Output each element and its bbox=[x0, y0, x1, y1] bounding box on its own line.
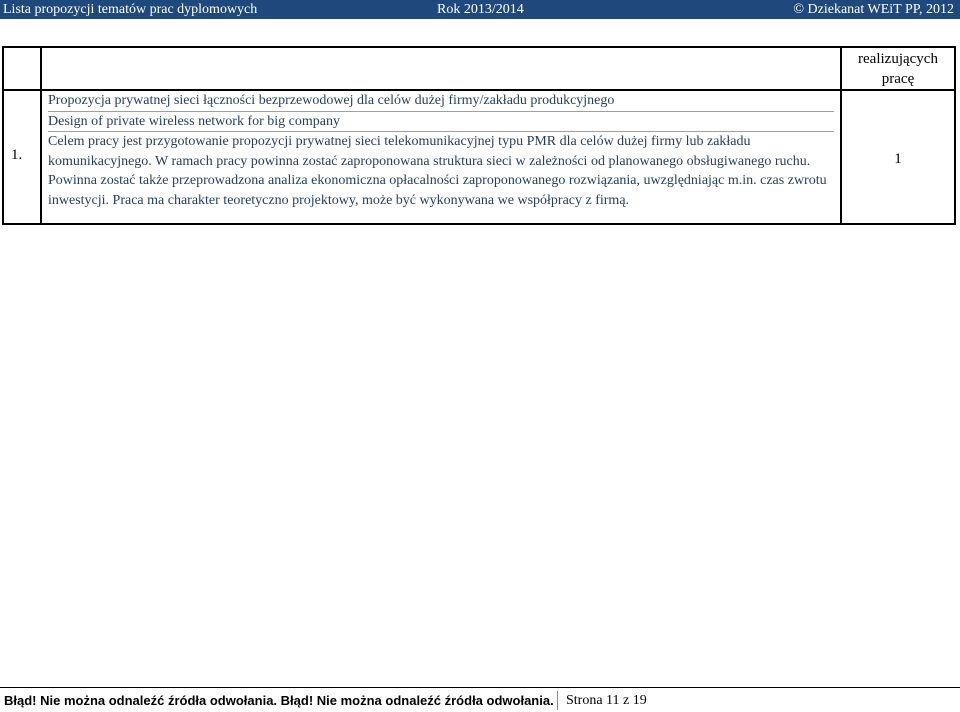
page-footer: Błąd! Nie można odnaleźć źródła odwołani… bbox=[0, 689, 960, 712]
footer-separator bbox=[557, 691, 558, 710]
table-header-cell-number bbox=[2, 46, 42, 91]
footer-reference-error: Błąd! Nie można odnaleźć źródła odwołani… bbox=[4, 693, 554, 708]
header-document-title: Lista propozycji tematów prac dyplomowyc… bbox=[3, 2, 258, 17]
page-number: Strona 11 z 19 bbox=[566, 693, 647, 708]
student-count: 1 bbox=[894, 151, 902, 167]
table-header-cell-topic bbox=[40, 46, 842, 91]
column-header-label: realizujących pracę bbox=[858, 51, 938, 87]
page-header: Lista propozycji tematów prac dyplomowyc… bbox=[0, 0, 960, 19]
header-copyright: © Dziekanat WEiT PP, 2012 bbox=[793, 2, 954, 17]
row-number: 1. bbox=[11, 147, 23, 163]
topic-content: Propozycja prywatnej sieci łączności bez… bbox=[48, 91, 838, 210]
topic-title-en[interactable]: Design of private wireless network for b… bbox=[48, 112, 834, 132]
footer-divider bbox=[0, 687, 960, 688]
header-academic-year: Rok 2013/2014 bbox=[437, 2, 524, 17]
topic-description[interactable]: Celem pracy jest przygotowanie propozycj… bbox=[48, 132, 828, 210]
topic-title-pl[interactable]: Propozycja prywatnej sieci łączności bez… bbox=[48, 91, 834, 112]
